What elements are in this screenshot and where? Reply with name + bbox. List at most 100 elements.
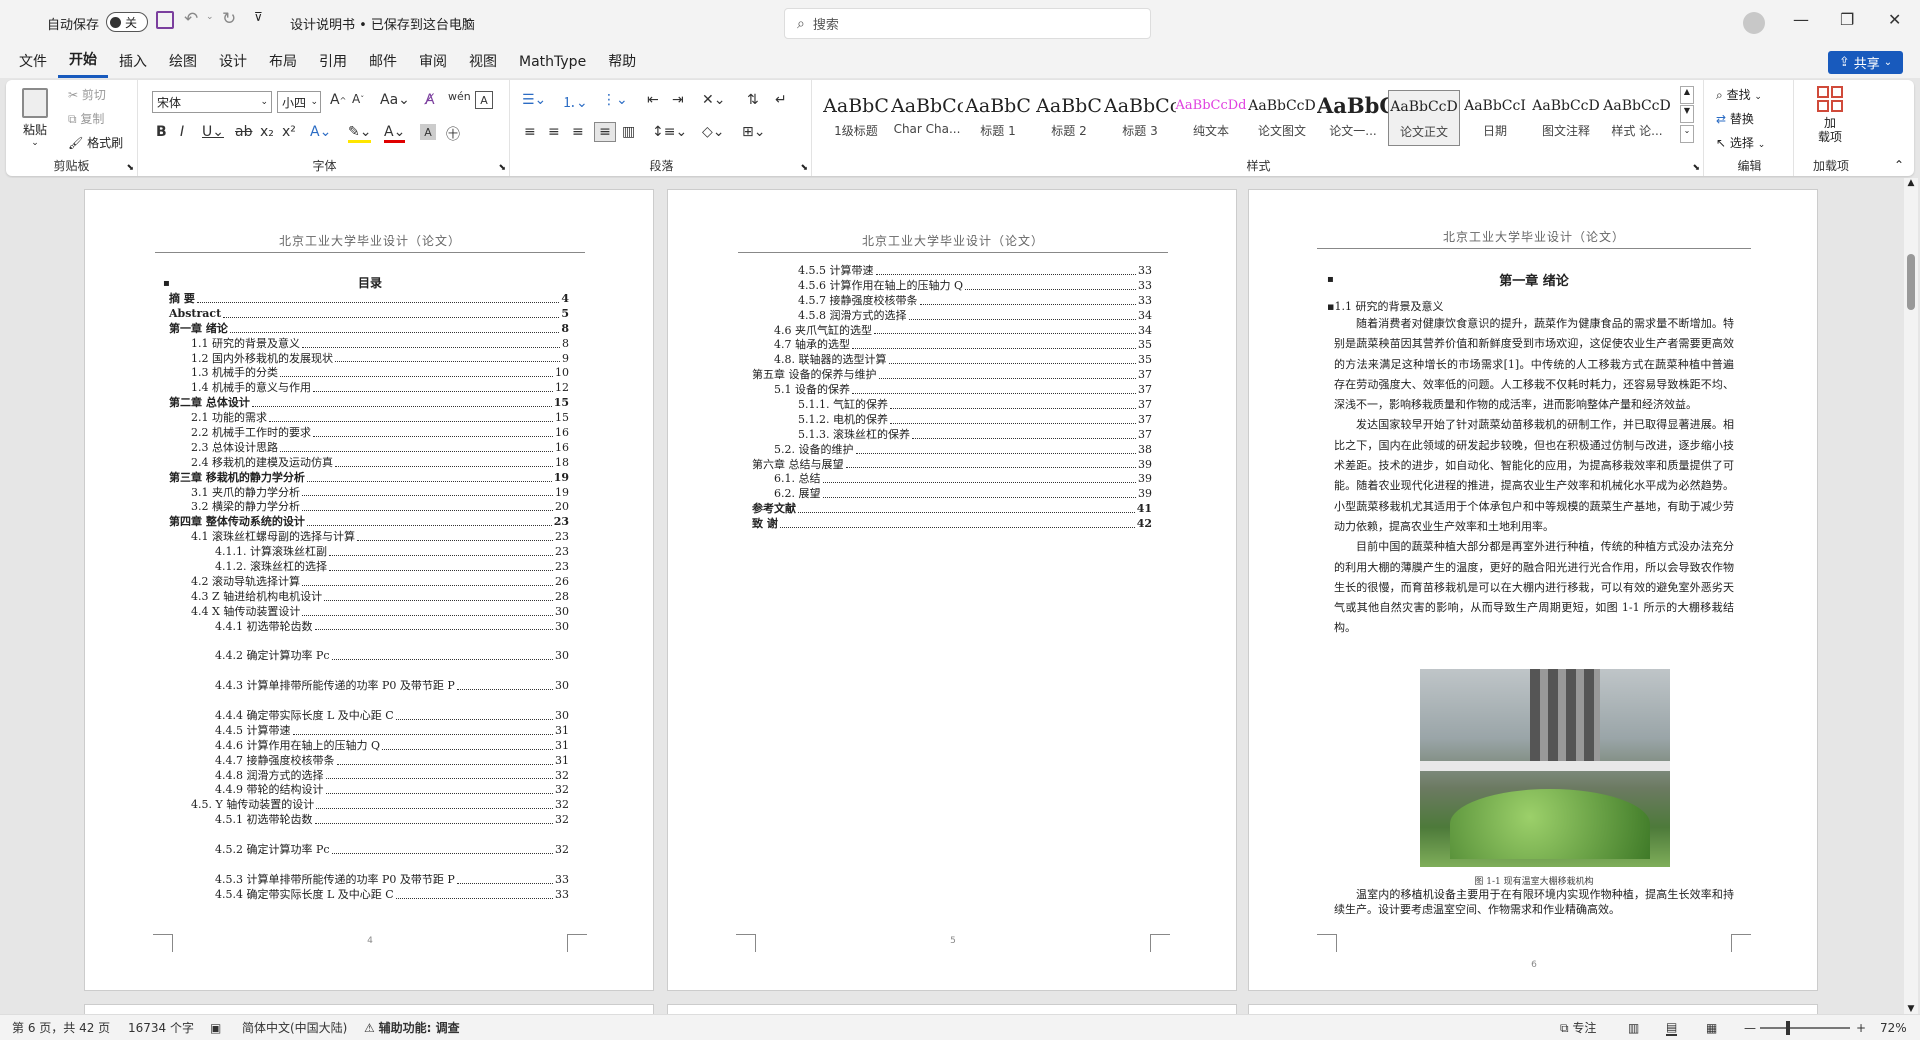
zoom-slider-thumb[interactable] (1786, 1021, 1790, 1035)
toc-entry[interactable]: 4.4.9 带轮的结构设计 32 (169, 783, 569, 798)
account-icon[interactable] (1743, 12, 1765, 34)
toc-entry[interactable]: 4.5.2 确定计算功率 Pc 32 (169, 828, 569, 858)
customize-qat-icon[interactable]: ⊽ (254, 10, 263, 24)
scroll-down-icon[interactable]: ▼ (1904, 1004, 1918, 1014)
replace-button[interactable]: ⇄ 替换 (1716, 110, 1754, 127)
enclose-characters-icon[interactable]: ㊉ (446, 124, 460, 144)
toc-entry[interactable]: 4.4.3 计算单排带所能传递的功率 P0 及带节距 P 30 (169, 664, 569, 694)
toc-entry[interactable]: 4.2 滚动导轨选择计算 26 (169, 575, 569, 590)
scroll-thumb[interactable] (1907, 254, 1915, 310)
toc-entry[interactable]: 4.4.7 接静强度校核带条 31 (169, 754, 569, 769)
toc-entry[interactable]: 4.4.8 润滑方式的选择 32 (169, 769, 569, 784)
toc-entry[interactable]: 第一章 绪论 8 (169, 322, 569, 337)
toc-entry[interactable]: 3.2 横梁的静力学分析 20 (169, 500, 569, 515)
toc-entry[interactable]: 5.1.2. 电机的保养 37 (752, 413, 1152, 428)
style-item[interactable]: AaBbCcI 标题 3 (1104, 90, 1176, 146)
asian-layout-icon[interactable]: ✕⌄ (702, 92, 725, 108)
style-item[interactable]: AaBbCcD 论文图文 (1246, 90, 1318, 146)
share-button[interactable]: ⇪ 共享 ⌄ (1828, 51, 1903, 74)
read-mode-icon[interactable]: ▥ (1628, 1021, 1639, 1035)
character-border-icon[interactable]: A (475, 91, 493, 109)
style-item[interactable]: AaBbCcD 论文正文 (1388, 90, 1460, 146)
style-item[interactable]: AaBbCcI 日期 (1459, 90, 1531, 146)
tab-insert[interactable]: 插入 (108, 46, 158, 78)
toc-entry[interactable]: 摘 要 4 (169, 292, 569, 307)
save-icon[interactable] (156, 11, 174, 29)
find-button[interactable]: ⌕ 查找 ⌄ (1716, 86, 1762, 103)
style-item[interactable]: AaBbCcI Char Cha... (891, 90, 963, 146)
toc-entry[interactable]: 4.5.3 计算单排带所能传递的功率 P0 及带节距 P 33 (169, 858, 569, 888)
toc-entry[interactable]: 2.3 总体设计思路 16 (169, 441, 569, 456)
document-title[interactable]: 设计说明书 • 已保存到这台电脑 (290, 14, 475, 33)
line-spacing-icon[interactable]: ↕≡⌄ (652, 124, 687, 140)
select-button[interactable]: ↖ 选择 ⌄ (1716, 134, 1765, 151)
clipboard-launcher-icon[interactable]: ⬊ (126, 163, 134, 173)
toc-entry[interactable]: 第六章 总结与展望 39 (752, 458, 1152, 473)
proofing-icon[interactable]: ▣ (210, 1021, 221, 1035)
redo-icon[interactable]: ↻ (222, 9, 236, 29)
toc-entry[interactable]: 5.1 设备的保养 37 (752, 383, 1152, 398)
toc-entry[interactable]: 6.2. 展望 39 (752, 487, 1152, 502)
tab-design[interactable]: 设计 (208, 46, 258, 78)
font-size-select[interactable]: 小四 ⌄ (277, 91, 321, 113)
toc-entry[interactable]: 5.1.1. 气缸的保养 37 (752, 398, 1152, 413)
style-item[interactable]: AaBbC 论文一... (1317, 90, 1389, 146)
toc-entry[interactable]: 致 谢 42 (752, 517, 1152, 532)
toc-entry[interactable]: 4.6 夹爪气缸的选型 34 (752, 324, 1152, 339)
language-indicator[interactable]: 简体中文(中国大陆) (242, 1019, 347, 1036)
toc-entry[interactable]: 4.8. 联轴器的选型计算 35 (752, 353, 1152, 368)
numbering-icon[interactable]: ⒈⌄ (562, 92, 588, 112)
shading-icon[interactable]: ◇⌄ (702, 124, 725, 140)
toc-entry[interactable]: 4.5.6 计算作用在轴上的压轴力 Q 33 (752, 279, 1152, 294)
phonetic-guide-icon[interactable]: wén (448, 90, 471, 103)
toc-entry[interactable]: 4.5.5 计算带速 33 (752, 264, 1152, 279)
undo-dropdown-icon[interactable]: ⌄ (206, 12, 214, 22)
style-item[interactable]: AaBbC 1级标题 (820, 90, 892, 146)
bullets-icon[interactable]: ☰⌄ (522, 92, 546, 108)
toc-entry[interactable]: 2.2 机械手工作时的要求 16 (169, 426, 569, 441)
styles-launcher-icon[interactable]: ⬊ (1692, 163, 1700, 173)
highlight-icon[interactable]: ✎⌄ (348, 124, 372, 143)
sort-icon[interactable]: ⇅ (747, 92, 759, 108)
toc-entry[interactable]: 4.5.1 初选带轮齿数 32 (169, 813, 569, 828)
toc-entry[interactable]: 4.1.1. 计算滚珠丝杠副 23 (169, 545, 569, 560)
toc-entry[interactable]: Abstract 5 (169, 307, 569, 322)
borders-icon[interactable]: ⊞⌄ (742, 124, 765, 140)
toc-entry[interactable]: 1.3 机械手的分类 10 (169, 366, 569, 381)
toc-entry[interactable]: 5.2. 设备的维护 38 (752, 443, 1152, 458)
tab-view[interactable]: 视图 (458, 46, 508, 78)
toc-entry[interactable]: 5.1.3. 滚珠丝杠的保养 37 (752, 428, 1152, 443)
toc-entry[interactable]: 第二章 总体设计 15 (169, 396, 569, 411)
italic-icon[interactable]: I (180, 124, 184, 140)
title-dropdown-icon[interactable]: ⌄ (462, 11, 472, 25)
toc-entry[interactable]: 4.4.4 确定带实际长度 L 及中心距 C 30 (169, 694, 569, 724)
styles-scroll-up-icon[interactable]: ▲ (1680, 86, 1694, 104)
tab-review[interactable]: 审阅 (408, 46, 458, 78)
tab-references[interactable]: 引用 (308, 46, 358, 78)
style-item[interactable]: AaBbC 标题 2 (1033, 90, 1105, 146)
zoom-out-icon[interactable]: — (1744, 1021, 1756, 1035)
toc-entry[interactable]: 3.1 夹爪的静力学分析 19 (169, 486, 569, 501)
subscript-icon[interactable]: x₂ (260, 124, 274, 140)
multilevel-list-icon[interactable]: ⋮⌄ (602, 92, 628, 108)
toc-entry[interactable]: 4.5.7 接静强度校核带条 33 (752, 294, 1152, 309)
toc-entry[interactable]: 4.5.8 润滑方式的选择 34 (752, 309, 1152, 324)
increase-indent-icon[interactable]: ⇥ (672, 92, 684, 108)
clear-formatting-icon[interactable]: A̸ (425, 92, 435, 108)
copy-button[interactable]: ⧉ 复制 (68, 110, 104, 127)
toc-entry[interactable]: 4.4.1 初选带轮齿数 30 (169, 620, 569, 635)
tab-home[interactable]: 开始 (58, 46, 108, 78)
toc-entry[interactable]: 1.2 国内外移栽机的发展现状 9 (169, 352, 569, 367)
superscript-icon[interactable]: x² (282, 124, 296, 140)
close-icon[interactable]: ✕ (1888, 10, 1901, 29)
zoom-slider[interactable] (1760, 1027, 1850, 1029)
toc-entry[interactable]: 4.4.2 确定计算功率 Pc 30 (169, 634, 569, 664)
tab-mailings[interactable]: 邮件 (358, 46, 408, 78)
maximize-icon[interactable]: ❐ (1840, 10, 1854, 29)
toc-entry[interactable]: 4.4.6 计算作用在轴上的压轴力 Q 31 (169, 739, 569, 754)
decrease-indent-icon[interactable]: ⇤ (647, 92, 659, 108)
zoom-level[interactable]: 72% (1880, 1021, 1907, 1035)
align-center-icon[interactable]: ≡ (548, 124, 560, 140)
word-count[interactable]: 16734 个字 (128, 1019, 194, 1036)
toc-entry[interactable]: 第五章 设备的保养与维护 37 (752, 368, 1152, 383)
